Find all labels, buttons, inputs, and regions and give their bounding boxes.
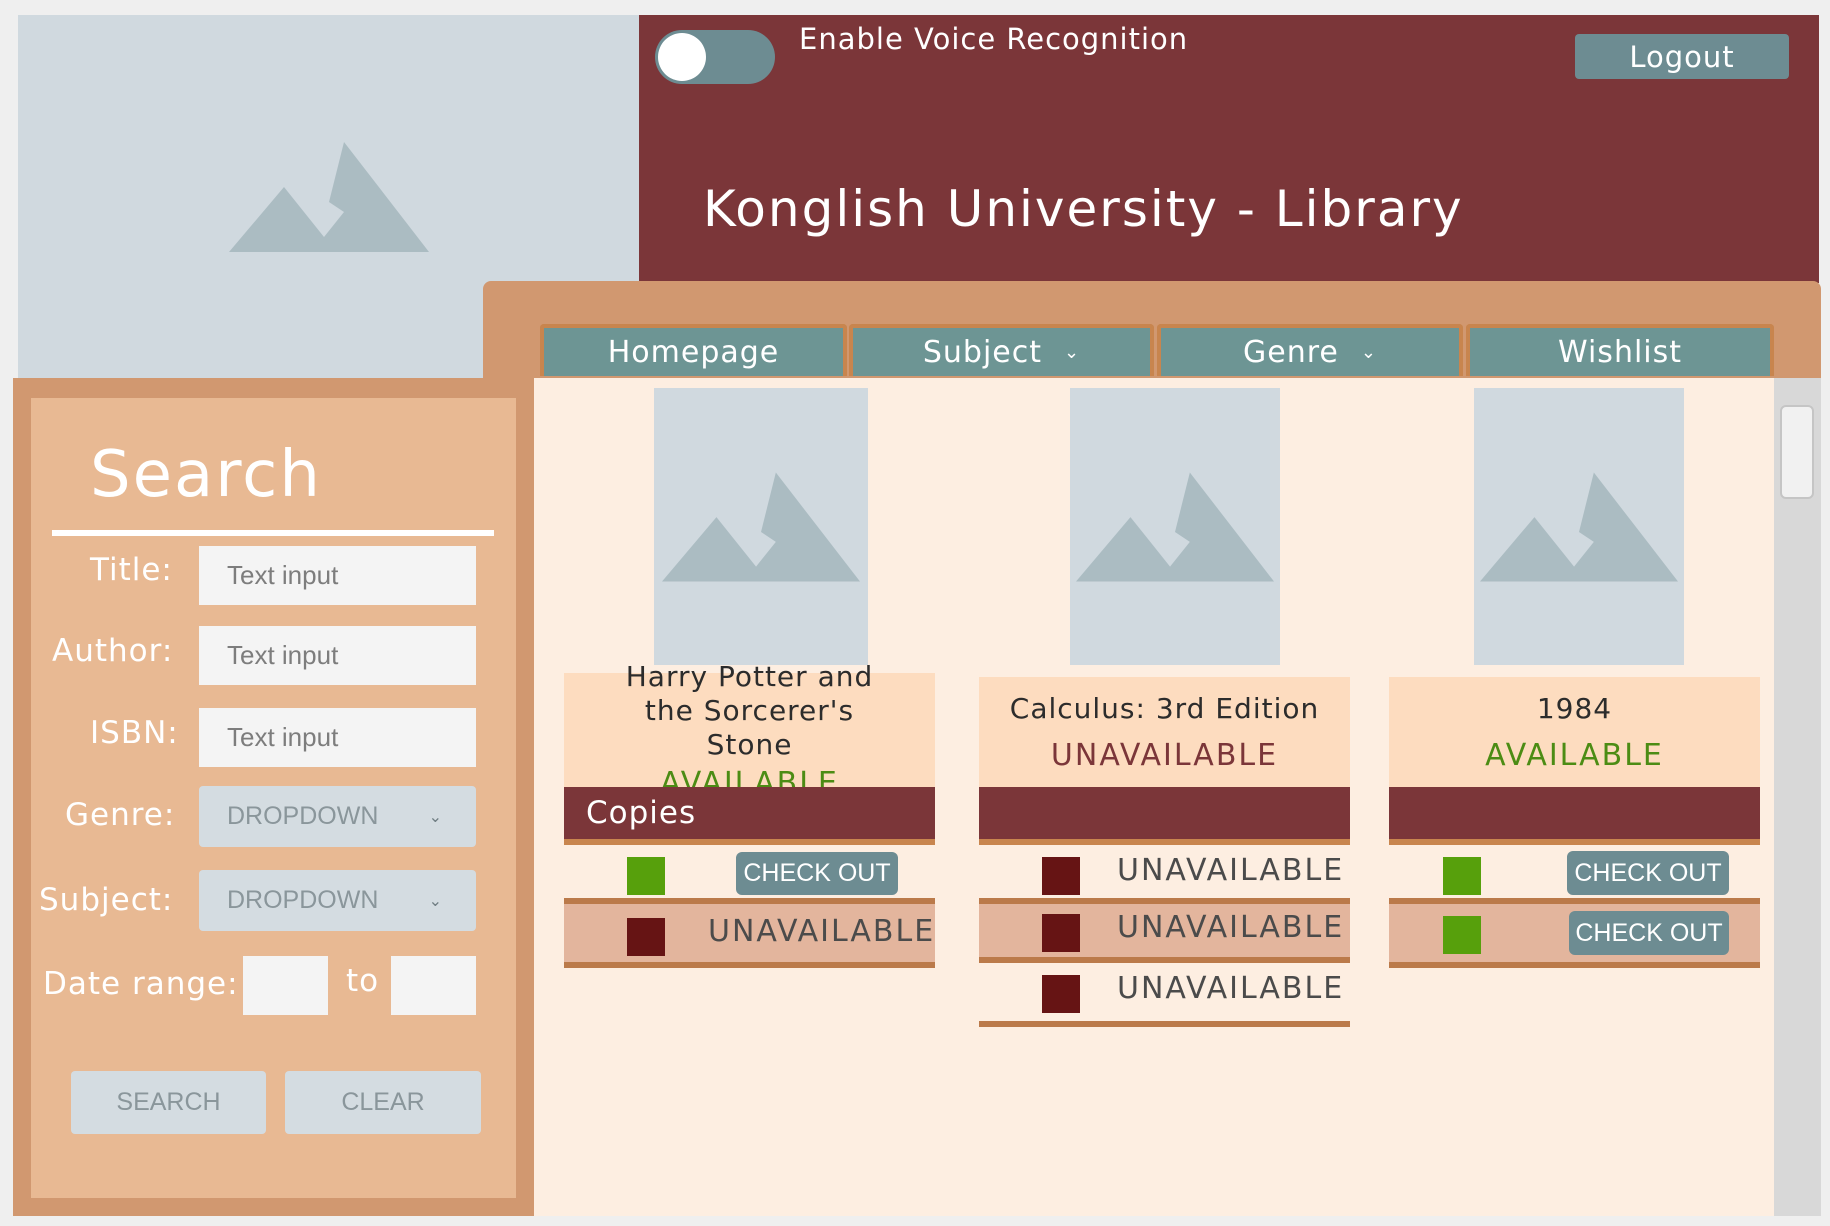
copy-row: UNAVAILABLE: [979, 963, 1350, 1027]
copy-row: CHECK OUT: [564, 845, 935, 904]
divider: [52, 530, 494, 536]
tab-genre[interactable]: Genre ⌄: [1157, 324, 1463, 376]
copy-row: UNAVAILABLE: [979, 845, 1350, 904]
subject-label: Subject:: [39, 882, 174, 918]
logout-button[interactable]: Logout: [1575, 34, 1789, 79]
voice-recognition-label: Enable Voice Recognition: [799, 22, 1189, 56]
check-out-button[interactable]: CHECK OUT: [1567, 851, 1729, 895]
genre-dropdown[interactable]: DROPDOWN ⌄: [199, 786, 476, 847]
copy-status-text: UNAVAILABLE: [1117, 910, 1345, 945]
genre-label: Genre:: [65, 797, 176, 833]
available-indicator: [1443, 916, 1481, 954]
copies-header: [1389, 787, 1760, 845]
image-placeholder-icon: [228, 141, 429, 252]
chevron-down-icon: ⌄: [1360, 341, 1377, 363]
book-status: UNAVAILABLE: [1050, 737, 1279, 773]
date-from-input[interactable]: [243, 956, 328, 1015]
book-info[interactable]: Harry Potter and the Sorcerer's Stone AV…: [564, 660, 935, 801]
book-cover-placeholder: [1070, 388, 1280, 665]
tab-homepage[interactable]: Homepage: [540, 324, 847, 376]
unavailable-indicator: [1042, 914, 1080, 952]
unavailable-indicator: [627, 918, 665, 956]
check-out-button[interactable]: CHECK OUT: [1569, 911, 1729, 955]
unavailable-indicator: [1042, 857, 1080, 895]
book-title: Harry Potter and the Sorcerer's Stone: [625, 659, 874, 761]
book-status: AVAILABLE: [1485, 737, 1664, 773]
author-label: Author:: [52, 633, 174, 669]
book-info[interactable]: Calculus: 3rd Edition UNAVAILABLE: [979, 677, 1350, 787]
subject-dropdown[interactable]: DROPDOWN ⌄: [199, 870, 476, 931]
unavailable-indicator: [1042, 975, 1080, 1013]
scrollbar-track[interactable]: [1774, 378, 1821, 1216]
available-indicator: [627, 857, 665, 895]
search-button[interactable]: SEARCH: [71, 1071, 266, 1134]
chevron-down-icon: ⌄: [1064, 341, 1081, 363]
book-cover-placeholder: [654, 388, 868, 665]
isbn-label: ISBN:: [90, 715, 179, 751]
genre-dropdown-value: DROPDOWN: [227, 802, 379, 830]
tab-label: Homepage: [607, 334, 780, 370]
copy-status-text: UNAVAILABLE: [1117, 853, 1345, 888]
image-placeholder-icon: [1480, 472, 1678, 581]
copy-status-text: UNAVAILABLE: [1117, 971, 1345, 1006]
copy-row: CHECK OUT: [1389, 845, 1760, 904]
copies-header: [979, 787, 1350, 845]
copy-row: UNAVAILABLE: [979, 904, 1350, 963]
book-title: Calculus: 3rd Edition: [1009, 691, 1320, 725]
image-placeholder-icon: [662, 472, 860, 581]
tab-label: Wishlist: [1557, 334, 1683, 370]
copy-row: CHECK OUT: [1389, 904, 1760, 968]
toggle-knob[interactable]: [658, 33, 706, 81]
title-label: Title:: [90, 552, 173, 588]
copy-status-text: UNAVAILABLE: [708, 914, 936, 949]
date-to-label: to: [346, 963, 380, 999]
date-to-input[interactable]: [391, 956, 476, 1015]
available-indicator: [1443, 857, 1481, 895]
tab-label: Subject: [922, 334, 1043, 370]
tab-label: Genre: [1243, 334, 1339, 370]
book-title: 1984: [1536, 691, 1613, 725]
image-placeholder-icon: [1076, 472, 1274, 581]
copies-header: Copies: [564, 787, 935, 845]
tab-subject[interactable]: Subject ⌄: [849, 324, 1154, 376]
book-info[interactable]: 1984 AVAILABLE: [1389, 677, 1760, 787]
isbn-input[interactable]: Text input: [199, 708, 476, 767]
title-input[interactable]: Text input: [199, 546, 476, 605]
scrollbar-thumb[interactable]: [1780, 405, 1814, 499]
date-range-label: Date range:: [43, 966, 239, 1002]
clear-button[interactable]: CLEAR: [285, 1071, 481, 1134]
chevron-down-icon: ⌄: [428, 808, 442, 826]
copy-row: UNAVAILABLE: [564, 904, 935, 968]
search-heading: Search: [90, 438, 322, 512]
chevron-down-icon: ⌄: [428, 892, 442, 910]
check-out-button[interactable]: CHECK OUT: [736, 852, 898, 895]
book-cover-placeholder: [1474, 388, 1684, 665]
author-input[interactable]: Text input: [199, 626, 476, 685]
tab-wishlist[interactable]: Wishlist: [1466, 324, 1774, 376]
subject-dropdown-value: DROPDOWN: [227, 886, 379, 914]
site-title: Konglish University - Library: [703, 180, 1464, 238]
